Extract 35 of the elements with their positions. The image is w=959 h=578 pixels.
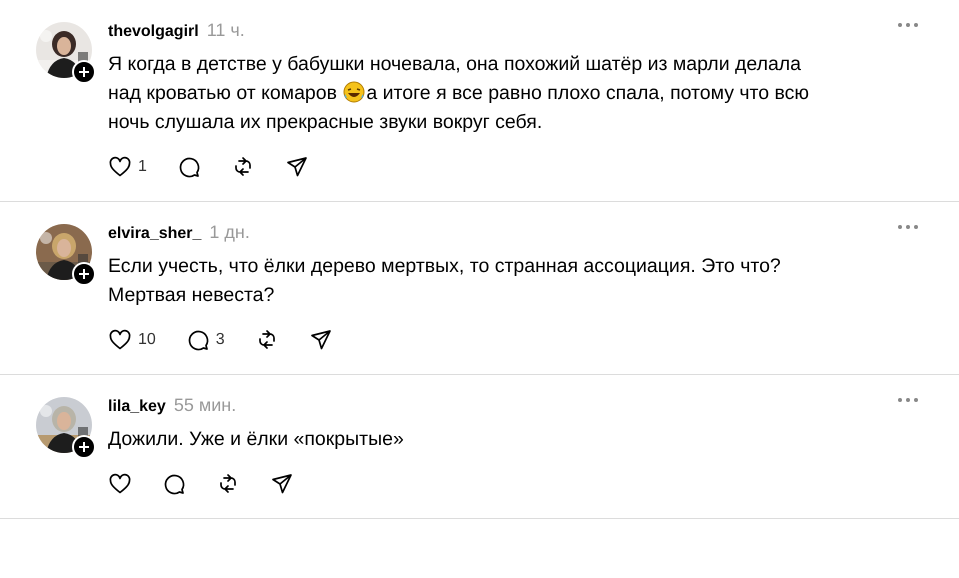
comment-icon bbox=[186, 328, 210, 352]
username[interactable]: elvira_sher_ bbox=[108, 225, 202, 243]
share-icon bbox=[284, 155, 309, 179]
comment-text: над кроватью от комаров bbox=[108, 82, 338, 104]
like-button[interactable]: 1 bbox=[108, 155, 147, 179]
share-button[interactable] bbox=[308, 328, 333, 352]
like-button[interactable] bbox=[108, 472, 132, 496]
reply-button[interactable] bbox=[176, 155, 201, 179]
heart-icon bbox=[108, 472, 132, 496]
more-icon[interactable] bbox=[897, 397, 919, 403]
heart-icon bbox=[108, 155, 132, 179]
timestamp: 11 ч. bbox=[206, 20, 245, 41]
heart-icon bbox=[108, 328, 132, 352]
reply-button[interactable] bbox=[162, 472, 186, 496]
like-button[interactable]: 10 bbox=[108, 328, 156, 352]
reply-button[interactable]: 3 bbox=[186, 328, 225, 352]
comment-icon bbox=[162, 472, 186, 496]
comment-text: Если учесть, что ёлки дерево мертвых, то странная ассоциация. Это что? bbox=[108, 255, 781, 277]
share-button[interactable] bbox=[284, 155, 309, 179]
username[interactable]: thevolgagirl bbox=[108, 23, 199, 41]
comment-text: Я когда в детстве у бабушки ночевала, она похожий шатёр из марли делала bbox=[108, 53, 802, 75]
timestamp: 55 мин. bbox=[174, 395, 236, 416]
share-button[interactable] bbox=[270, 472, 294, 496]
username[interactable]: lila_key bbox=[108, 398, 166, 416]
comment-text: Дожили. Уже и ёлки «покрытые» bbox=[108, 428, 404, 450]
more-icon[interactable] bbox=[897, 224, 919, 230]
laughing-emoji-icon bbox=[343, 81, 366, 103]
comment-text: а итоге я все равно плохо спала, потому что всю bbox=[366, 82, 810, 104]
comment-icon bbox=[176, 155, 201, 179]
share-icon bbox=[270, 472, 294, 496]
more-icon[interactable] bbox=[897, 22, 919, 28]
timestamp: 1 дн. bbox=[209, 222, 250, 243]
comment-text: Мертвая невеста? bbox=[108, 284, 274, 306]
share-icon bbox=[308, 328, 333, 352]
comment-text: ночь слушала их прекрасные звуки вокруг себя. bbox=[108, 111, 542, 133]
